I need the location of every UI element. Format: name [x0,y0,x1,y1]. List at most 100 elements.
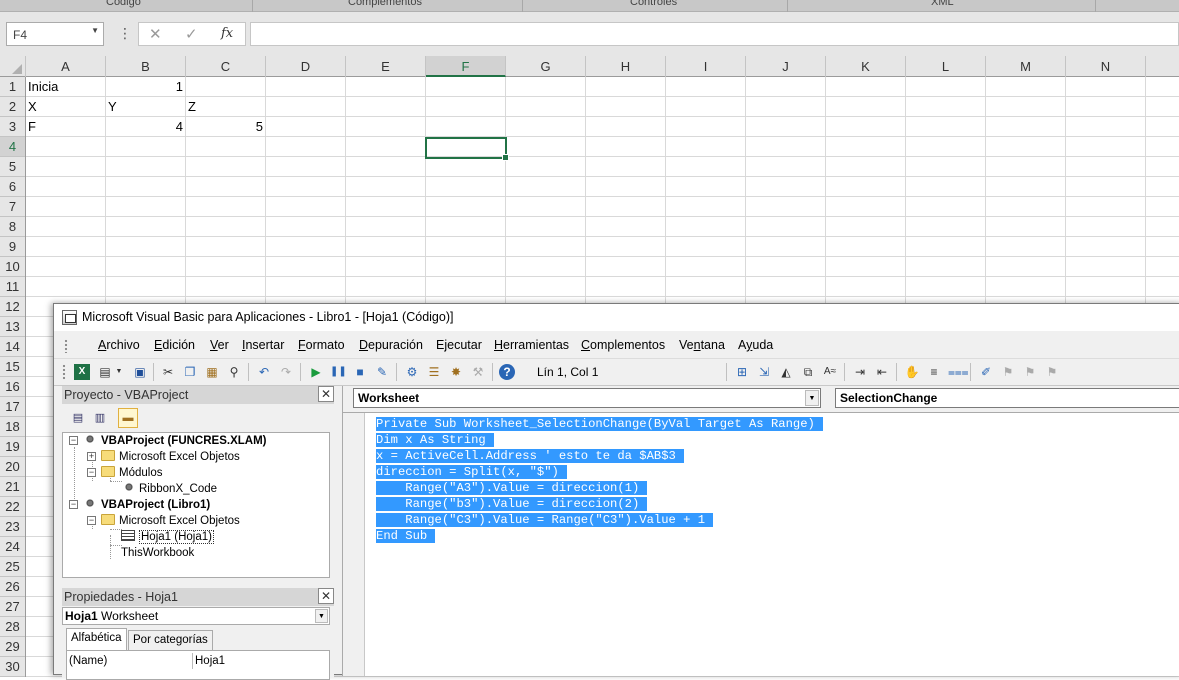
property-value[interactable]: Hoja1 [195,653,225,669]
row-header[interactable]: 1 [0,77,25,97]
menu-complementos[interactable]: Complementos [581,338,665,352]
cell-C3[interactable]: 5 [186,117,263,137]
row-header[interactable]: 5 [0,157,25,177]
tree-node-hoja1[interactable]: Hoja1 (Hoja1) [121,529,214,545]
column-header[interactable]: N [1066,56,1146,77]
object-combo[interactable]: Worksheet ▼ [353,388,821,408]
tree-node-funcres-project[interactable]: VBAProject (FUNCRES.XLAM) [83,433,266,449]
code-line[interactable]: Range("A3").Value = direccion(1) [376,481,648,496]
column-header[interactable]: D [266,56,346,77]
row-header[interactable]: 24 [0,537,25,557]
collapse-icon[interactable]: − [87,516,96,525]
expand-icon[interactable]: + [87,452,96,461]
menu-insertar[interactable]: Insertar [242,338,284,352]
paste-icon[interactable]: ▦ [204,364,220,380]
redo-icon[interactable]: ↷ [278,364,294,380]
row-header[interactable]: 11 [0,277,25,297]
row-header[interactable]: 3 [0,117,25,137]
code-margin-indicator-bar[interactable] [343,413,365,676]
help-icon[interactable]: ? [499,364,515,380]
menu-formato[interactable]: Formato [298,338,345,352]
row-header[interactable]: 6 [0,177,25,197]
property-name[interactable]: (Name) [69,653,193,669]
toolbox-icon[interactable]: ⚒ [470,364,486,380]
chevron-down-icon[interactable]: ▼ [805,390,819,406]
cell-B3[interactable]: 4 [106,117,183,137]
tree-node-libro1-project[interactable]: VBAProject (Libro1) [83,497,210,513]
row-header[interactable]: 25 [0,557,25,577]
collapse-icon[interactable]: − [69,500,78,509]
cancel-icon[interactable]: ✕ [149,25,162,43]
cell-A2[interactable]: X [28,97,37,117]
collapse-icon[interactable]: − [87,468,96,477]
chevron-down-icon[interactable]: ▼ [315,609,328,623]
code-line[interactable]: Private Sub Worksheet_SelectionChange(By… [376,417,823,432]
cell-A3[interactable]: F [28,117,36,137]
indent-icon[interactable]: ⇥ [852,364,868,380]
row-header[interactable]: 19 [0,437,25,457]
column-header[interactable]: C [186,56,266,77]
design-mode-icon[interactable]: ✎ [374,364,390,380]
row-header[interactable]: 8 [0,217,25,237]
project-explorer-icon[interactable]: ⚙ [404,364,420,380]
row-header[interactable]: 21 [0,477,25,497]
menu-edicion[interactable]: Edición [154,338,195,352]
parameter-info-icon[interactable]: ⧉ [800,364,816,380]
column-header[interactable]: A [26,56,106,77]
reset-icon[interactable]: ■ [352,364,368,380]
close-icon[interactable]: ✕ [318,588,334,604]
menu-ejecutar[interactable]: Ejecutar [436,338,482,352]
column-header[interactable]: J [746,56,826,77]
row-header[interactable]: 27 [0,597,25,617]
row-header[interactable]: 23 [0,517,25,537]
active-cell-selection[interactable] [425,137,509,161]
break-icon[interactable]: ❚❚ [330,364,347,380]
toggle-bookmark-icon[interactable]: ✐ [978,364,994,380]
list-properties-icon[interactable]: ⊞ [734,364,750,380]
column-header[interactable]: K [826,56,906,77]
cut-icon[interactable]: ✂ [160,364,176,380]
code-editor[interactable]: Private Sub Worksheet_SelectionChange(By… [343,412,1179,676]
cell-B2[interactable]: Y [108,97,117,117]
cell-A1[interactable]: Inicia [28,77,58,97]
row-header[interactable]: 16 [0,377,25,397]
row-header[interactable]: 2 [0,97,25,117]
row-header[interactable]: 26 [0,577,25,597]
menu-archivo[interactable]: Archivo [98,338,140,352]
column-header[interactable]: H [586,56,666,77]
row-header[interactable]: 20 [0,457,25,477]
close-icon[interactable]: ✕ [318,386,334,402]
select-all-button[interactable] [0,56,26,77]
row-header[interactable]: 14 [0,337,25,357]
enter-icon[interactable]: ✓ [185,25,198,43]
next-bookmark-icon[interactable]: ⚑ [1000,364,1016,380]
find-icon[interactable]: ⚲ [226,364,242,380]
object-selector[interactable]: Hoja1 Worksheet ▼ [62,607,330,625]
row-header[interactable]: 7 [0,197,25,217]
row-header[interactable]: 13 [0,317,25,337]
column-header[interactable]: F [426,56,506,77]
code-line[interactable]: Range("b3").Value = direccion(2) [376,497,648,512]
complete-word-icon[interactable]: A≈ [822,364,838,380]
clear-bookmarks-icon[interactable]: ⚑ [1044,364,1060,380]
row-header[interactable]: 10 [0,257,25,277]
properties-window-icon[interactable]: ☰ [426,364,442,380]
tab-por-categorias[interactable]: Por categorías [128,630,213,650]
menu-ayuda[interactable]: Ayuda [738,338,773,352]
column-header[interactable]: E [346,56,426,77]
formula-input[interactable] [250,22,1179,46]
row-header[interactable]: 12 [0,297,25,317]
toolbar-grip-icon[interactable] [62,364,66,380]
quick-info-icon[interactable]: ◭ [778,364,794,380]
column-header[interactable]: M [986,56,1066,77]
code-line[interactable]: Dim x As String [376,433,494,448]
tree-node-ribbonx-code[interactable]: RibbonX_Code [123,481,217,497]
menu-depuracion[interactable]: Depuración [359,338,423,352]
view-excel-icon[interactable]: X [74,364,90,380]
row-header[interactable]: 9 [0,237,25,257]
undo-icon[interactable]: ↶ [256,364,272,380]
row-header[interactable]: 29 [0,637,25,657]
row-header[interactable]: 18 [0,417,25,437]
column-header[interactable]: L [906,56,986,77]
list-constants-icon[interactable]: ⇲ [756,364,772,380]
